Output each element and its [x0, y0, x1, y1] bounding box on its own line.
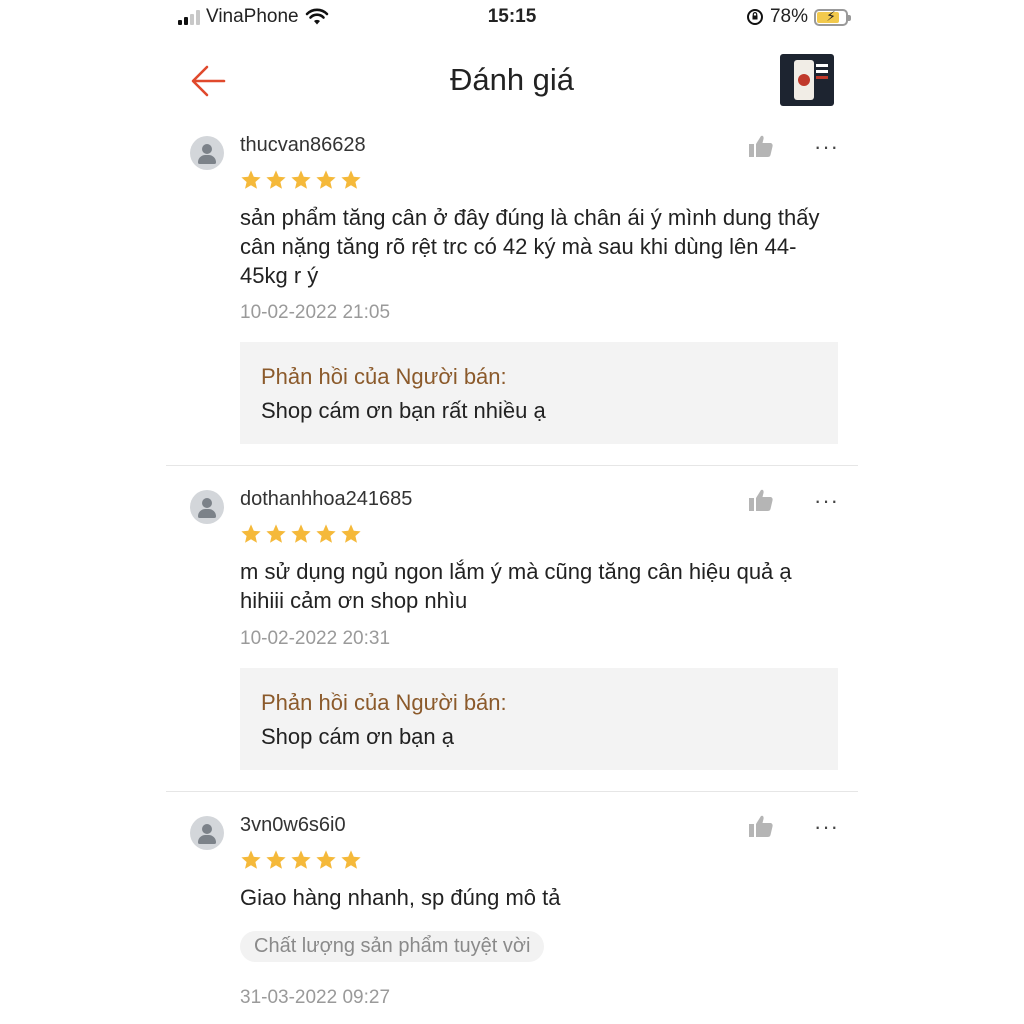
- header: Đánh giá: [166, 52, 858, 110]
- star-rating: [240, 849, 362, 871]
- seller-reply: Phản hồi của Người bán: Shop cám ơn bạn …: [240, 668, 838, 770]
- seller-reply-title: Phản hồi của Người bán:: [261, 364, 507, 389]
- thumbs-up-icon[interactable]: [748, 488, 774, 512]
- battery-percent: 78%: [769, 6, 808, 27]
- star-icon: [291, 170, 311, 189]
- more-options-button[interactable]: ···: [814, 488, 839, 514]
- review-content: sản phẩm tăng cân ở đây đúng là chân ái …: [240, 205, 820, 288]
- seller-reply-text: Shop cám ơn bạn ạ: [261, 724, 454, 749]
- star-icon: [291, 850, 311, 869]
- product-thumbnail[interactable]: [780, 54, 834, 106]
- rotation-lock-icon: [746, 9, 763, 25]
- page-title: Đánh giá: [449, 62, 575, 97]
- review-username[interactable]: 3vn0w6s6i0: [240, 814, 346, 837]
- status-right: 78% ⚡: [746, 6, 851, 28]
- star-icon: [316, 524, 336, 543]
- review-date: 10-02-2022 20:31: [240, 628, 391, 649]
- avatar[interactable]: [190, 136, 224, 170]
- star-icon: [341, 170, 361, 189]
- review-date: 31-03-2022 09:27: [240, 987, 391, 1008]
- star-rating: [240, 169, 362, 191]
- star-icon: [341, 524, 361, 543]
- review-content: Giao hàng nhanh, sp đúng mô tả: [240, 885, 561, 910]
- more-options-button[interactable]: ···: [814, 814, 839, 840]
- divider: [166, 791, 858, 792]
- star-icon: [316, 170, 336, 189]
- thumbs-up-icon[interactable]: [748, 814, 774, 838]
- review-date: 10-02-2022 21:05: [240, 302, 391, 323]
- avatar[interactable]: [190, 816, 224, 850]
- star-rating: [240, 523, 362, 545]
- seller-reply: Phản hồi của Người bán: Shop cám ơn bạn …: [240, 342, 838, 444]
- star-icon: [266, 524, 286, 543]
- seller-reply-text: Shop cám ơn bạn rất nhiều ạ: [261, 398, 546, 423]
- status-bar: VinaPhone 15:15 78% ⚡: [166, 0, 858, 36]
- star-icon: [241, 170, 261, 189]
- review-username[interactable]: thucvan86628: [240, 134, 366, 157]
- battery-icon: ⚡: [814, 8, 851, 26]
- star-icon: [316, 850, 336, 869]
- star-icon: [291, 524, 311, 543]
- avatar[interactable]: [190, 490, 224, 524]
- star-icon: [241, 524, 261, 543]
- divider: [166, 465, 858, 466]
- star-icon: [266, 850, 286, 869]
- review-content: m sử dụng ngủ ngon lắm ý mà cũng tăng câ…: [240, 559, 792, 613]
- star-icon: [341, 850, 361, 869]
- star-icon: [241, 850, 261, 869]
- more-options-button[interactable]: ···: [814, 134, 839, 160]
- phone-screen: VinaPhone 15:15 78% ⚡ Đánh giá thucvan86…: [166, 0, 858, 1024]
- review-username[interactable]: dothanhhoa241685: [240, 488, 412, 511]
- thumbs-up-icon[interactable]: [748, 134, 774, 158]
- seller-reply-title: Phản hồi của Người bán:: [261, 690, 507, 715]
- review-tag[interactable]: Chất lượng sản phẩm tuyệt vời: [240, 931, 545, 962]
- star-icon: [266, 170, 286, 189]
